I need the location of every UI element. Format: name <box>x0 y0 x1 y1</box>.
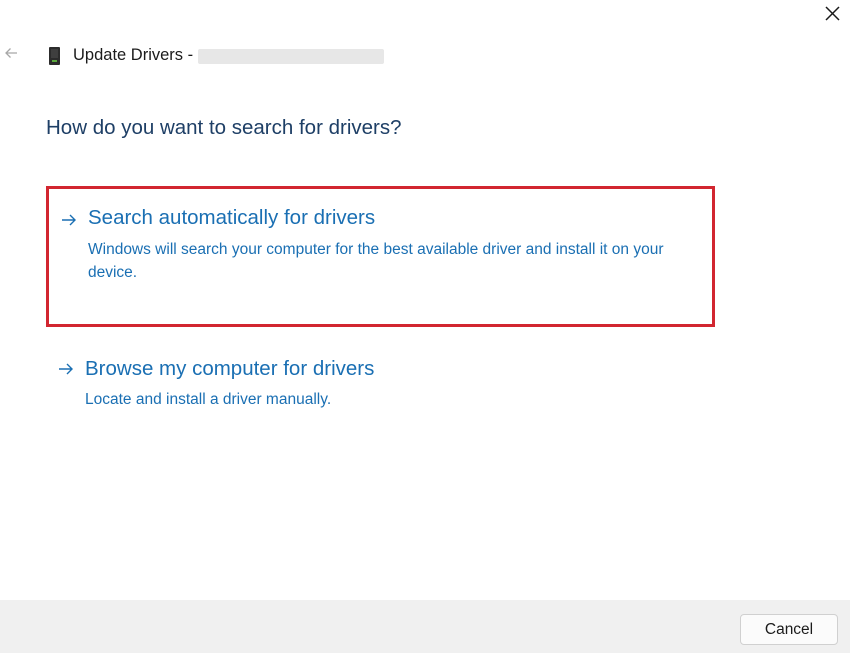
browse-computer-option[interactable]: Browse my computer for drivers Locate an… <box>46 350 715 420</box>
option-title: Browse my computer for drivers <box>85 357 375 380</box>
back-button[interactable] <box>2 44 22 64</box>
page-heading: How do you want to search for drivers? <box>46 116 402 139</box>
cancel-button[interactable]: Cancel <box>740 614 838 645</box>
dialog-footer: Cancel <box>0 600 850 653</box>
device-icon <box>49 47 60 65</box>
option-description: Locate and install a driver manually. <box>85 391 332 408</box>
close-button[interactable] <box>815 0 850 28</box>
option-description: Windows will search your computer for th… <box>88 241 664 281</box>
back-arrow-icon <box>5 48 17 58</box>
redacted-device-name <box>198 49 384 64</box>
close-icon <box>825 6 840 21</box>
arrow-right-icon <box>62 214 76 226</box>
window-title: Update Drivers - <box>73 46 194 64</box>
option-title: Search automatically for drivers <box>88 206 376 229</box>
arrow-right-icon <box>59 363 73 375</box>
search-automatically-option[interactable]: Search automatically for drivers Windows… <box>46 186 715 327</box>
